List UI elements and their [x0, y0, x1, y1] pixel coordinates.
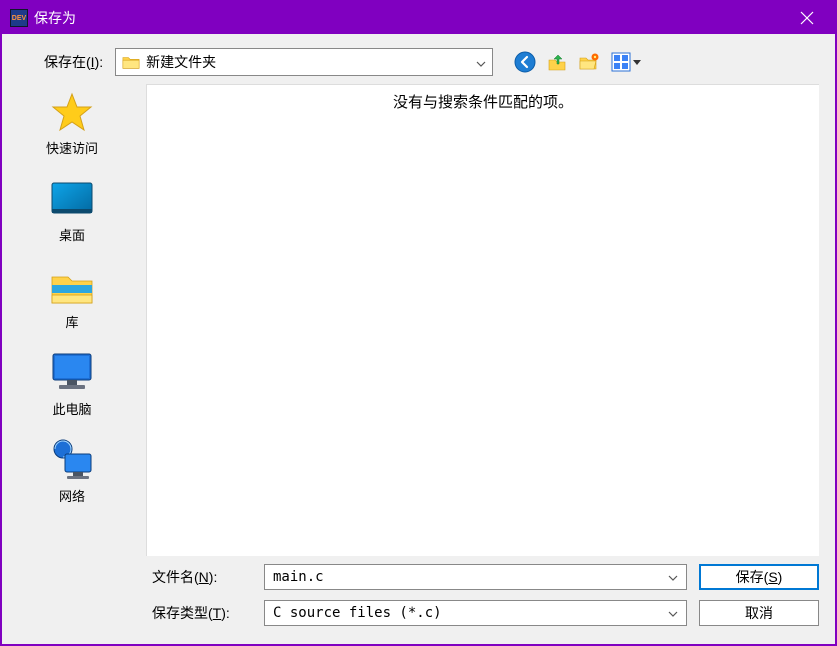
bottom-area: 文件名(N): main.c 保存(S) 保存类型(T): [2, 556, 835, 644]
empty-message: 没有与搜索条件匹配的项。 [147, 85, 819, 112]
app-icon-text: DEV [12, 15, 26, 22]
file-list-area[interactable]: 没有与搜索条件匹配的项。 [146, 84, 819, 556]
close-button[interactable] [787, 4, 827, 32]
sidebar-item-quick-access[interactable]: 快速访问 [46, 90, 98, 157]
sidebar-item-library[interactable]: 库 [48, 264, 96, 331]
location-bar: 保存在(I): 新建文件夹 [2, 34, 835, 84]
filename-row: 文件名(N): main.c 保存(S) [152, 564, 819, 590]
filename-value: main.c [273, 569, 668, 585]
directory-dropdown[interactable]: 新建文件夹 [115, 48, 493, 76]
window-title: 保存为 [34, 8, 787, 28]
sidebar-item-label: 库 [65, 312, 78, 331]
save-button-label: 保存(S) [736, 567, 783, 587]
chevron-down-icon [633, 60, 641, 65]
places-sidebar: 快速访问 桌面 [2, 84, 142, 556]
folder-icon [122, 54, 140, 70]
new-folder-icon [578, 51, 600, 73]
up-icon [546, 51, 568, 73]
cancel-button[interactable]: 取消 [699, 600, 819, 626]
filetype-label-pre: 保存类型( [152, 605, 213, 621]
bottom-rows: 文件名(N): main.c 保存(S) 保存类型(T): [152, 564, 819, 626]
sidebar-item-network[interactable]: 网络 [48, 438, 96, 505]
sidebar-item-label: 快速访问 [46, 138, 98, 157]
sidebar-item-label: 网络 [59, 486, 85, 505]
back-icon [514, 51, 536, 73]
filetype-value: C source files (*.c) [273, 605, 668, 621]
view-menu-icon [611, 52, 631, 72]
sidebar-item-label: 桌面 [59, 225, 85, 244]
save-in-label: 保存在(I): [44, 52, 103, 72]
cancel-button-label: 取消 [745, 603, 773, 623]
library-icon [48, 264, 96, 308]
up-one-level-button[interactable] [545, 50, 569, 74]
filename-input[interactable]: main.c [264, 564, 687, 590]
save-in-label-pre: 保存在( [44, 54, 91, 70]
network-icon [48, 438, 96, 482]
save-in-label-post: ): [95, 54, 104, 70]
save-button[interactable]: 保存(S) [699, 564, 819, 590]
filename-label-post: ): [209, 569, 218, 585]
sidebar-item-label: 此电脑 [52, 399, 91, 418]
view-menu-button[interactable] [609, 50, 643, 74]
sidebar-item-desktop[interactable]: 桌面 [48, 177, 96, 244]
filetype-label-post: ): [221, 605, 230, 621]
desktop-icon [48, 177, 96, 221]
star-icon [48, 90, 96, 134]
body-area: 快速访问 桌面 [2, 84, 835, 556]
chevron-down-icon[interactable] [668, 569, 678, 585]
save-as-dialog: DEV 保存为 保存在(I): 新建文件夹 [0, 0, 837, 646]
titlebar: DEV 保存为 [2, 2, 835, 34]
filename-label: 文件名(N): [152, 567, 252, 587]
filetype-row: 保存类型(T): C source files (*.c) 取消 [152, 600, 819, 626]
filename-label-pre: 文件名( [152, 569, 199, 585]
toolbar-icons [513, 50, 643, 74]
filetype-label: 保存类型(T): [152, 603, 252, 623]
directory-name: 新建文件夹 [146, 52, 476, 72]
sidebar-item-this-pc[interactable]: 此电脑 [48, 351, 96, 418]
chevron-down-icon[interactable] [668, 605, 678, 621]
filetype-dropdown[interactable]: C source files (*.c) [264, 600, 687, 626]
app-icon: DEV [10, 9, 28, 27]
chevron-down-icon [476, 55, 486, 70]
filename-label-u: N [199, 569, 209, 585]
close-icon [800, 11, 814, 25]
computer-icon [48, 351, 96, 395]
new-folder-button[interactable] [577, 50, 601, 74]
back-button[interactable] [513, 50, 537, 74]
filetype-label-u: T [213, 605, 222, 621]
